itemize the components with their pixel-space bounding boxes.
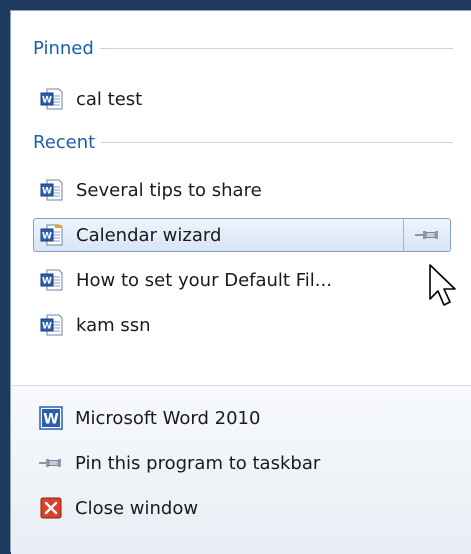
svg-text:W: W: [43, 412, 58, 428]
recent-item-label: Several tips to share: [76, 179, 262, 201]
pinned-header-label: Pinned: [33, 37, 94, 59]
recent-item-label: How to set your Default Fil...: [76, 269, 332, 291]
recent-header-label: Recent: [33, 131, 96, 153]
jump-list: Pinned W cal test Recent W Several tips …: [10, 10, 471, 554]
svg-text:W: W: [42, 277, 52, 287]
close-window-icon: [39, 496, 63, 520]
pinned-header-rule: [99, 47, 453, 49]
recent-item-calendar-wizard[interactable]: W Calendar wizard: [33, 218, 451, 252]
word-document-icon: W: [40, 268, 64, 292]
svg-text:W: W: [42, 322, 52, 332]
recent-item-label: kam ssn: [76, 314, 151, 336]
recent-section-header: Recent: [33, 130, 453, 154]
jump-list-tasks-area: W Microsoft Word 2010 Pin this program t…: [11, 385, 471, 554]
task-label: Microsoft Word 2010: [75, 407, 261, 429]
word-app-icon: W: [39, 406, 63, 430]
task-close-window[interactable]: Close window: [33, 491, 198, 525]
svg-text:W: W: [42, 187, 52, 197]
word-document-icon: W: [40, 223, 64, 247]
recent-item-kam-ssn[interactable]: W kam ssn: [33, 308, 451, 342]
recent-item-several-tips[interactable]: W Several tips to share: [33, 173, 451, 207]
mouse-pointer-icon: [429, 264, 456, 306]
word-document-icon: W: [40, 178, 64, 202]
pinned-item-cal-test[interactable]: W cal test: [33, 82, 451, 116]
pin-icon: [39, 451, 63, 475]
task-pin-program[interactable]: Pin this program to taskbar: [33, 446, 320, 480]
word-document-icon: W: [40, 87, 64, 111]
task-label: Close window: [75, 497, 199, 519]
task-open-word[interactable]: W Microsoft Word 2010: [33, 401, 260, 435]
recent-item-label: Calendar wizard: [76, 224, 222, 246]
recent-item-default-file[interactable]: W How to set your Default Fil...: [33, 263, 451, 297]
task-label: Pin this program to taskbar: [75, 452, 321, 474]
svg-text:W: W: [42, 232, 52, 242]
recent-header-rule: [101, 141, 453, 143]
jump-list-items-area: Pinned W cal test Recent W Several tips …: [11, 11, 471, 385]
pinned-section-header: Pinned: [33, 36, 453, 60]
word-document-icon: W: [40, 313, 64, 337]
pinned-item-label: cal test: [76, 88, 143, 110]
pin-to-list-button[interactable]: [403, 219, 450, 251]
pin-icon: [415, 231, 438, 239]
svg-text:W: W: [42, 96, 52, 106]
